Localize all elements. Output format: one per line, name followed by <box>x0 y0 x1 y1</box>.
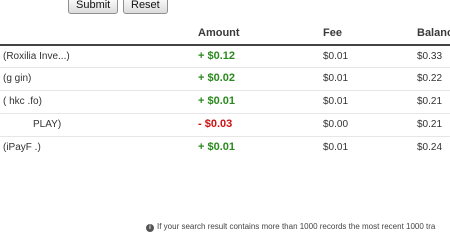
search-limit-note: i If your search result contains more tha… <box>146 222 435 232</box>
row-description: (iPayF .) <box>3 142 41 153</box>
table-row: ( hkc .fo) + $0.01 $0.01 $0.21 <box>0 91 450 114</box>
table-row: (g gin) + $0.02 $0.01 $0.22 <box>0 68 450 91</box>
row-amount: + $0.01 <box>198 95 236 107</box>
row-fee: $0.01 <box>323 73 349 84</box>
row-fee: $0.01 <box>323 142 349 153</box>
info-icon: i <box>146 224 154 232</box>
row-balance: $0.24 <box>417 142 443 153</box>
row-amount: + $0.12 <box>198 50 236 62</box>
row-amount: + $0.01 <box>198 141 236 153</box>
row-fee: $0.01 <box>323 51 349 62</box>
table-row: (iPayF .) + $0.01 $0.01 $0.24 <box>0 137 450 160</box>
row-description: ( hkc .fo) <box>3 96 42 107</box>
row-balance: $0.21 <box>417 96 443 107</box>
table-row: (Roxilia Inve...) + $0.12 $0.01 $0.33 <box>0 46 450 69</box>
row-balance: $0.33 <box>417 51 443 62</box>
row-amount: + $0.02 <box>198 72 236 84</box>
row-description: PLAY) <box>33 119 62 130</box>
column-header-balance: Balanc <box>417 27 450 39</box>
column-header-fee: Fee <box>323 27 342 39</box>
search-limit-note-text: If your search result contains more than… <box>157 222 436 231</box>
row-amount: - $0.03 <box>198 118 233 130</box>
table-row: PLAY) - $0.03 $0.00 $0.21 <box>0 114 450 137</box>
submit-button[interactable]: Submit <box>68 0 119 14</box>
row-description: (Roxilia Inve...) <box>3 51 70 62</box>
row-balance: $0.22 <box>417 73 443 84</box>
reset-button[interactable]: Reset <box>123 0 168 14</box>
row-balance: $0.21 <box>417 119 443 130</box>
row-fee: $0.01 <box>323 96 349 107</box>
row-description: (g gin) <box>3 73 32 84</box>
row-fee: $0.00 <box>323 119 349 130</box>
column-header-amount: Amount <box>198 27 240 39</box>
